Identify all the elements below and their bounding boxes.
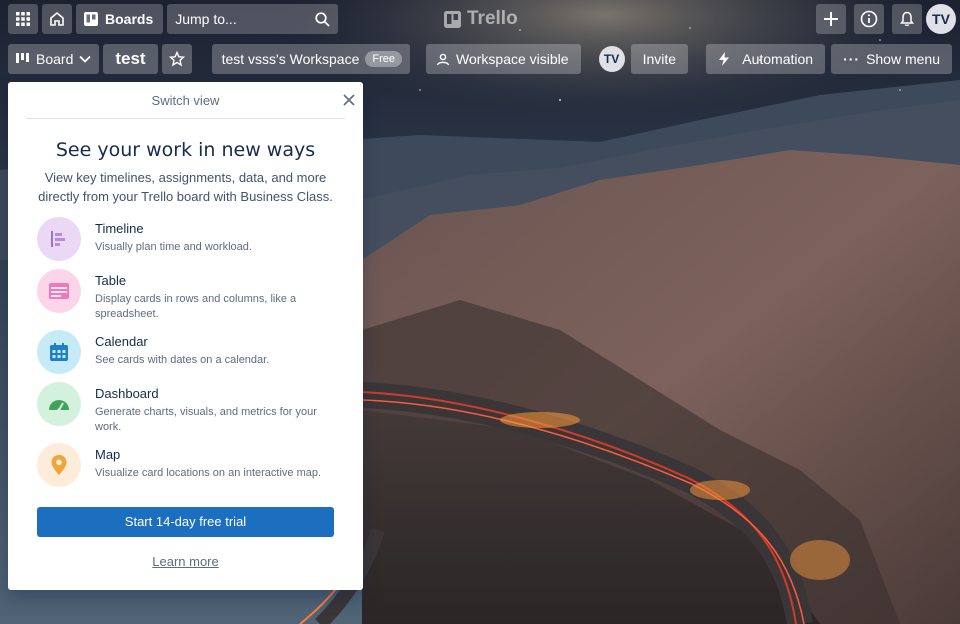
- feature-description: Visually plan time and workload.: [95, 241, 252, 253]
- grid-icon: [16, 12, 30, 26]
- lightning-icon: [719, 52, 730, 66]
- plus-icon: [824, 12, 838, 26]
- board-icon: [84, 12, 98, 26]
- popover-subtitle: View key timelines, assignments, data, a…: [38, 170, 333, 204]
- member-avatar[interactable]: TV: [926, 4, 956, 34]
- search-input[interactable]: Jump to...: [167, 4, 339, 34]
- feature-table: Table Display cards in rows and columns,…: [26, 269, 345, 322]
- feature-map: Map Visualize card locations on an inter…: [26, 443, 345, 487]
- board-view-icon: [16, 53, 29, 63]
- notifications-button[interactable]: [892, 4, 922, 34]
- switch-view-popover: Switch view See your work in new ways Vi…: [8, 82, 363, 590]
- feature-title: Table: [95, 273, 127, 288]
- close-button[interactable]: [341, 92, 357, 108]
- chevron-down-icon: [79, 55, 91, 63]
- star-button[interactable]: [161, 44, 192, 74]
- show-menu-label: Show menu: [866, 51, 940, 67]
- visibility-label: Workspace visible: [456, 51, 569, 67]
- popover-heading: See your work in new ways: [55, 139, 316, 161]
- map-pin-icon: [37, 443, 81, 487]
- top-navigation-bar: Boards Jump to... Trello TV: [0, 0, 960, 38]
- popover-header: Switch view: [26, 82, 355, 119]
- board-member[interactable]: TV: [598, 46, 625, 72]
- table-icon: [37, 269, 81, 313]
- dashboard-icon: [37, 382, 81, 426]
- start-trial-button[interactable]: Start 14-day free trial: [37, 507, 334, 537]
- plan-badge: Free: [365, 51, 403, 67]
- create-button[interactable]: [816, 4, 846, 34]
- boards-button[interactable]: Boards: [76, 4, 164, 34]
- more-icon: ···: [843, 51, 861, 67]
- feature-title: Calendar: [95, 334, 148, 349]
- workspace-button[interactable]: test vsss's Workspace Free: [211, 44, 411, 74]
- feature-dashboard: Dashboard Generate charts, visuals, and …: [26, 382, 345, 435]
- logo-text: Trello: [467, 8, 518, 29]
- boards-label: Boards: [105, 11, 154, 27]
- home-icon: [50, 11, 64, 26]
- trello-logo-icon: [444, 10, 461, 28]
- bell-icon: [900, 11, 914, 27]
- close-icon: [343, 94, 355, 106]
- feature-description: Generate charts, visuals, and metrics fo…: [95, 406, 317, 433]
- timeline-icon: [37, 217, 81, 261]
- trello-logo[interactable]: Trello: [444, 8, 518, 30]
- show-menu-button[interactable]: ··· Show menu: [831, 44, 952, 74]
- calendar-icon: [37, 330, 81, 374]
- app-switcher-button[interactable]: [8, 4, 38, 34]
- automation-button[interactable]: Automation: [706, 44, 826, 74]
- feature-description: Display cards in rows and columns, like …: [95, 293, 297, 320]
- board-title[interactable]: test: [103, 44, 158, 74]
- people-icon: [436, 53, 450, 65]
- popover-title: Switch view: [151, 92, 220, 108]
- workspace-name: test vsss's Workspace: [221, 51, 360, 67]
- feature-title: Timeline: [95, 221, 144, 236]
- board-header: Board test test vsss's Workspace Free Wo…: [0, 43, 960, 75]
- info-button[interactable]: [854, 4, 884, 34]
- learn-more-link[interactable]: Learn more: [26, 554, 345, 569]
- feature-description: See cards with dates on a calendar.: [95, 354, 270, 366]
- feature-title: Dashboard: [95, 386, 159, 401]
- automation-label: Automation: [742, 51, 814, 67]
- info-icon: [860, 10, 878, 28]
- search-placeholder: Jump to...: [175, 11, 237, 27]
- view-label: Board: [36, 51, 74, 67]
- invite-button[interactable]: Invite: [630, 44, 689, 74]
- board-member-avatar: TV: [598, 46, 625, 72]
- search-icon: [315, 11, 330, 27]
- star-icon: [168, 51, 185, 67]
- feature-timeline: Timeline Visually plan time and workload…: [26, 217, 345, 261]
- feature-list: Timeline Visually plan time and workload…: [26, 217, 345, 487]
- visibility-button[interactable]: Workspace visible: [426, 44, 581, 74]
- feature-description: Visualize card locations on an interacti…: [95, 467, 322, 479]
- view-switcher-button[interactable]: Board: [8, 44, 100, 74]
- feature-title: Map: [95, 447, 121, 462]
- home-button[interactable]: [42, 4, 72, 34]
- feature-calendar: Calendar See cards with dates on a calen…: [26, 330, 345, 374]
